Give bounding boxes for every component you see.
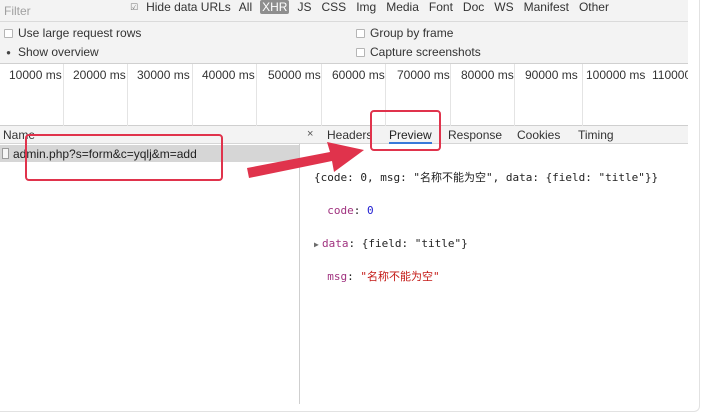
code-value: 0 (367, 204, 374, 217)
type-filter-manifest[interactable]: Manifest (522, 0, 571, 14)
timeline-gridline (63, 64, 64, 126)
timeline-tick-label: 20000 ms (73, 68, 126, 82)
timeline-gridline (321, 64, 322, 126)
type-filter-media[interactable]: Media (384, 0, 421, 14)
type-filter-js[interactable]: JS (295, 0, 313, 14)
type-filter-xhr[interactable]: XHR (260, 0, 290, 14)
request-detail: × Headers Preview Response Cookies Timin… (300, 126, 688, 404)
msg-value: "名称不能为空" (360, 270, 440, 283)
timeline-tick-label: 90000 ms (525, 68, 578, 82)
timeline-tick-label: 50000 ms (268, 68, 321, 82)
timeline-tick-label: 10000 ms (9, 68, 62, 82)
close-detail-icon[interactable]: × (307, 128, 313, 140)
preview-summary[interactable]: {code: 0, msg: "名称不能为空", data: {field: "… (314, 172, 658, 183)
tab-response[interactable]: Response (448, 128, 502, 142)
timeline-tick-label: 60000 ms (332, 68, 385, 82)
overview-option[interactable]: ● Show overview (4, 43, 99, 61)
preview-msg-line: msg: "名称不能为空" (327, 270, 440, 283)
timeline-tick-label: 30000 ms (137, 68, 190, 82)
filter-bar: ☑ Hide data URLs All XHR JS CSS Img Medi… (0, 0, 688, 22)
timeline-gridline (127, 64, 128, 126)
capture-checkbox[interactable] (356, 47, 365, 57)
capture-label: Capture screenshots (370, 45, 481, 59)
preview-tab-highlight-box (370, 110, 441, 151)
msg-key: msg (327, 270, 348, 283)
group-frame-label: Group by frame (370, 26, 454, 40)
timeline-tick-label: 80000 ms (461, 68, 514, 82)
timeline-gridline (514, 64, 515, 126)
tab-headers[interactable]: Headers (327, 128, 372, 142)
detail-tabbar: × Headers Preview Response Cookies Timin… (300, 126, 688, 144)
tab-timing[interactable]: Timing (578, 128, 614, 142)
type-filter-bar: ☑ Hide data URLs All XHR JS CSS Img Medi… (130, 0, 611, 15)
preview-data-line[interactable]: ▶ data: {field: "title"} (314, 238, 658, 249)
type-filter-doc[interactable]: Doc (461, 0, 486, 14)
document-icon (2, 148, 9, 159)
timeline-tick-label: 100000 ms (586, 68, 646, 82)
screenshot-frame: ☑ Hide data URLs All XHR JS CSS Img Medi… (0, 0, 700, 412)
overview-label: Show overview (18, 45, 99, 59)
timeline-gridline (192, 64, 193, 126)
type-filter-img[interactable]: Img (354, 0, 378, 14)
hide-data-urls-checkbox-icon[interactable]: ☑ (130, 2, 138, 13)
group-frame-option[interactable]: Group by frame (356, 24, 453, 42)
type-filter-css[interactable]: CSS (320, 0, 349, 14)
capture-option[interactable]: Capture screenshots (356, 43, 481, 61)
large-rows-checkbox[interactable] (4, 28, 13, 38)
timeline-gridline (582, 64, 583, 126)
network-panel: ☑ Hide data URLs All XHR JS CSS Img Medi… (0, 0, 688, 404)
timeline-tick-label: 70000 ms (397, 68, 450, 82)
large-rows-option[interactable]: Use large request rows (4, 24, 141, 42)
type-filter-ws[interactable]: WS (492, 0, 515, 14)
code-key: code (327, 204, 354, 217)
type-filter-other[interactable]: Other (577, 0, 611, 14)
timeline-overview[interactable]: 10000 ms 20000 ms 30000 ms 40000 ms 5000… (0, 64, 688, 126)
expand-triangle-icon[interactable]: ▶ (314, 239, 322, 250)
json-preview: {code: 0, msg: "名称不能为空", data: {field: "… (314, 150, 658, 304)
preview-code-line: code: 0 (327, 204, 374, 217)
timeline-tick-label: 40000 ms (202, 68, 255, 82)
data-value: {field: "title"} (361, 237, 468, 250)
type-filter-all[interactable]: All (237, 0, 254, 14)
timeline-tick-label: 110000 (652, 68, 688, 82)
data-key: data (322, 237, 349, 250)
group-frame-checkbox[interactable] (356, 28, 365, 38)
large-rows-label: Use large request rows (18, 26, 142, 40)
network-options: Use large request rows ● Show overview G… (0, 22, 688, 64)
timeline-gridline (256, 64, 257, 126)
hide-data-urls-label[interactable]: Hide data URLs (146, 0, 231, 14)
type-filter-font[interactable]: Font (427, 0, 455, 14)
overview-checked-icon[interactable]: ● (4, 48, 13, 57)
timeline-gridline (450, 64, 451, 126)
tab-cookies[interactable]: Cookies (517, 128, 560, 142)
request-highlight-box (25, 134, 223, 181)
filter-input[interactable] (4, 3, 114, 19)
